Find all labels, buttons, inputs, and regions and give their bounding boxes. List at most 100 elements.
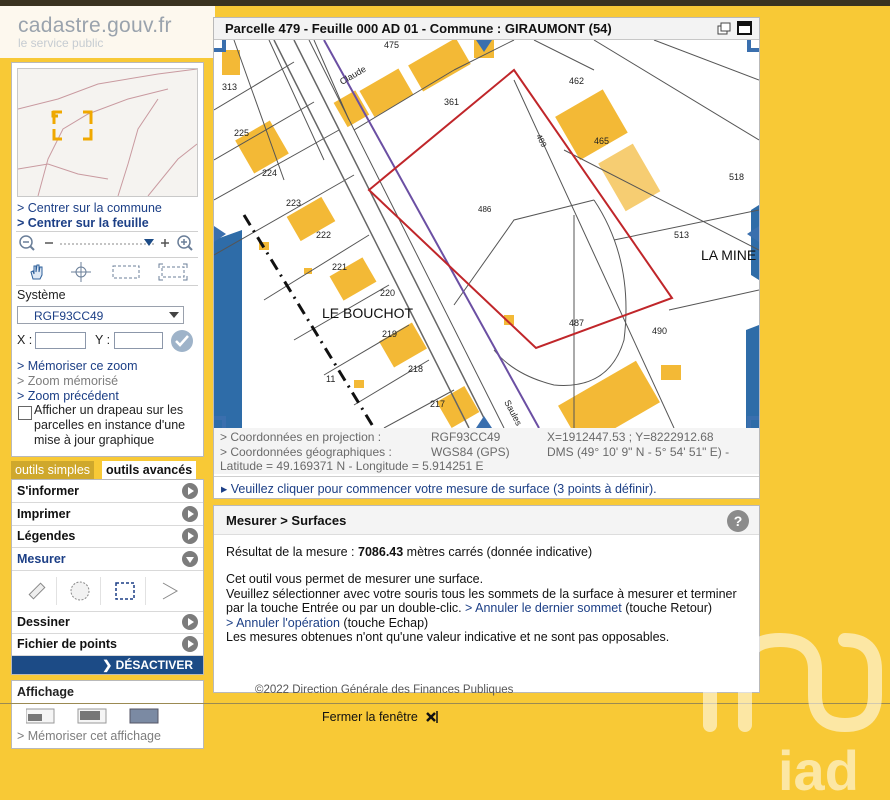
display-option-3-icon[interactable] — [129, 708, 159, 724]
measure-disclaimer: Les mesures obtenues n'ont qu'une valeur… — [226, 630, 670, 644]
x-coordinate-input[interactable] — [35, 332, 86, 349]
ruler-distance-icon[interactable] — [16, 577, 57, 605]
crosshair-center-icon[interactable] — [61, 261, 101, 283]
systeme-select[interactable]: RGF93CC49 — [17, 306, 184, 324]
center-commune-link[interactable]: > Centrer sur la commune — [17, 201, 162, 215]
zoom-handle-icon[interactable] — [144, 239, 154, 246]
overview-minimap[interactable] — [17, 68, 198, 197]
parcel-number: 486 — [478, 205, 492, 214]
drapeau-label: Afficher un drapeau sur les parcelles en… — [34, 403, 186, 447]
parcel-number: 218 — [408, 364, 423, 374]
menu-item-dessiner[interactable]: Dessiner — [12, 611, 203, 634]
menu-item-legendes[interactable]: Légendes — [12, 525, 203, 548]
parcel-number: 217 — [430, 399, 445, 409]
commune-boundary — [323, 40, 540, 428]
place-name: LE BOUCHOT — [322, 305, 413, 321]
tab-outils-simples[interactable]: outils simples — [11, 461, 95, 479]
measure-result: Résultat de la mesure : 7086.43 mètres c… — [226, 545, 592, 559]
zoom-extent-icon[interactable] — [153, 261, 193, 283]
cancel-last-vertex-link[interactable]: > Annuler le dernier sommet — [465, 601, 622, 615]
affichage-panel: Affichage > Mémoriser cet affichage — [11, 680, 204, 749]
cadastral-map[interactable]: 475 313 361 462 465 225 224 223 222 221 … — [214, 40, 759, 428]
advanced-tools-menu: S'informer Imprimer Légendes Mesurer Des… — [11, 479, 204, 675]
zoom-memorise-link[interactable]: > Zoom mémorisé — [17, 374, 118, 388]
map-drawing: 475 313 361 462 465 225 224 223 222 221 … — [214, 40, 759, 428]
cancel-operation-link[interactable]: > Annuler l'opération — [226, 616, 340, 630]
iad-watermark-logo: iad — [703, 632, 882, 800]
affichage-title: Affichage — [17, 685, 74, 699]
tab-outils-avances[interactable]: outils avancés — [102, 461, 197, 479]
measure-instructions-2: par la touche Entrée ou par un double-cl… — [226, 601, 712, 615]
zoom-precedent-link[interactable]: > Zoom précédent — [17, 389, 119, 403]
menu-item-mesurer[interactable]: Mesurer — [12, 548, 203, 571]
water-right-top — [751, 205, 759, 280]
parcel-number: 465 — [594, 136, 609, 146]
minimap-drawing — [17, 68, 198, 197]
memoriser-affichage-link[interactable]: > Mémoriser cet affichage — [17, 729, 161, 743]
zoom-out-icon[interactable] — [19, 235, 35, 251]
cancel-operation-key: (touche Echap) — [339, 616, 429, 630]
parcel-number: 475 — [384, 40, 399, 50]
result-unit: mètres carrés (donnée indicative) — [403, 545, 593, 559]
display-option-2-icon[interactable] — [77, 708, 107, 724]
restore-window-icon[interactable] — [717, 22, 731, 35]
measure-instructions-text: par la touche Entrée ou par un double-cl… — [226, 601, 466, 615]
measure-intro: Cet outil vous permet de mesurer une sur… — [226, 572, 484, 586]
street-name: Saules — [502, 398, 524, 427]
parcel-number: 222 — [316, 230, 331, 240]
close-icon[interactable] — [424, 710, 438, 724]
parcel-number: 462 — [569, 76, 584, 86]
help-icon[interactable]: ? — [727, 510, 749, 532]
geo-system: WGS84 (GPS) — [431, 445, 510, 459]
surface-measure-icon[interactable] — [105, 577, 146, 605]
divider — [16, 257, 198, 258]
menu-label: Légendes — [17, 529, 76, 543]
maximize-window-icon[interactable] — [737, 21, 752, 35]
header-strip: cadastre.gouv.fr le service public — [0, 6, 215, 58]
map-tools-row — [16, 261, 198, 283]
menu-item-informer[interactable]: S'informer — [12, 480, 203, 503]
desactiver-button[interactable]: ❯ DÉSACTIVER — [12, 656, 203, 674]
zoom-box-icon[interactable] — [106, 261, 146, 283]
result-label: Résultat de la mesure : — [226, 545, 359, 559]
geo-decimal: Latitude = 49.169371 N - Longitude = 5.9… — [220, 459, 484, 473]
drapeau-checkbox[interactable] — [18, 406, 32, 420]
desactiver-label: DÉSACTIVER — [115, 658, 193, 672]
corner-ne-icon — [747, 40, 759, 52]
menu-item-fichier-points[interactable]: Fichier de points — [12, 633, 203, 656]
tool-tabs: outils simples outils avancés — [11, 461, 202, 479]
menu-item-imprimer[interactable]: Imprimer — [12, 503, 203, 526]
parcel-number: 489 — [534, 133, 548, 149]
chevron-down-icon — [169, 312, 179, 318]
section-boundary — [242, 214, 376, 428]
center-feuille-link[interactable]: > Centrer sur la feuille — [17, 216, 149, 230]
map-window: Parcelle 479 - Feuille 000 AD 01 - Commu… — [213, 17, 760, 499]
zoom-in-icon[interactable] — [177, 235, 193, 251]
measure-panel: Mesurer > Surfaces ? Résultat de la mesu… — [213, 505, 760, 693]
measure-header: Mesurer > Surfaces ? — [214, 506, 759, 535]
double-chevron-icon: ❯ — [102, 658, 116, 672]
water-right — [746, 325, 759, 428]
pan-hand-icon[interactable] — [16, 261, 56, 283]
expand-down-icon — [182, 551, 198, 567]
water-left — [214, 230, 242, 428]
parcel-number: 220 — [380, 288, 395, 298]
display-options — [26, 708, 159, 724]
coordinates-panel: > Coordonnées en projection : RGF93CC49 … — [214, 428, 759, 474]
y-coordinate-input[interactable] — [114, 332, 163, 349]
memoriser-zoom-link[interactable]: > Mémoriser ce zoom — [17, 359, 138, 373]
angle-measure-icon[interactable] — [150, 577, 190, 605]
close-window-link[interactable]: Fermer la fenêtre — [322, 710, 418, 724]
validate-coordinates-button[interactable] — [171, 330, 193, 352]
parcel-number: 225 — [234, 128, 249, 138]
parcel-number: 361 — [444, 97, 459, 107]
parcel-number: 219 — [382, 329, 397, 339]
site-logo[interactable]: cadastre.gouv.fr — [18, 14, 172, 38]
display-option-1-icon[interactable] — [26, 708, 55, 724]
systeme-value: RGF93CC49 — [34, 309, 104, 323]
iad-watermark-text: iad — [778, 739, 859, 800]
pan-south-icon[interactable] — [476, 416, 492, 428]
parcel-number: 513 — [674, 230, 689, 240]
x-label: X : — [17, 333, 33, 347]
circle-measure-icon[interactable] — [60, 577, 101, 605]
